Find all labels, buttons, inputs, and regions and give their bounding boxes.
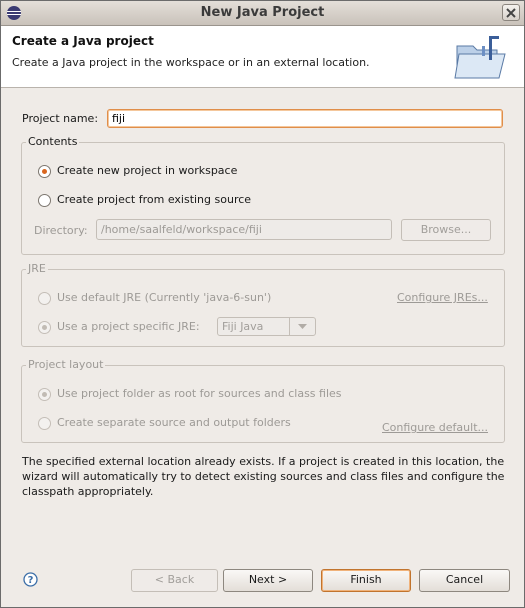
help-icon[interactable]: ? xyxy=(23,572,38,587)
project-layout-group-title: Project layout xyxy=(26,358,106,371)
chevron-down-icon xyxy=(298,324,307,329)
info-message: The specified external location already … xyxy=(22,455,505,498)
directory-input[interactable]: /home/saalfeld/workspace/fiji xyxy=(96,219,392,240)
next-button[interactable]: Next > xyxy=(223,569,313,592)
specific-jre-radio[interactable] xyxy=(38,321,51,334)
configure-default-link[interactable]: Configure default... xyxy=(382,421,488,434)
create-from-existing-radio[interactable] xyxy=(38,194,51,207)
java-project-folder-icon xyxy=(454,36,506,79)
configure-jres-link[interactable]: Configure JREs... xyxy=(397,291,488,304)
default-jre-label[interactable]: Use default JRE (Currently 'java-6-sun') xyxy=(57,291,271,304)
project-name-label: Project name: xyxy=(22,112,99,125)
default-jre-radio[interactable] xyxy=(38,292,51,305)
directory-label: Directory: xyxy=(34,224,88,237)
back-button[interactable]: < Back xyxy=(131,569,218,592)
dialog-window: New Java Project Create a Java project C… xyxy=(0,0,525,608)
separate-folders-label[interactable]: Create separate source and output folder… xyxy=(57,416,291,429)
create-from-existing-label[interactable]: Create project from existing source xyxy=(57,193,251,206)
svg-text:?: ? xyxy=(28,575,34,586)
radio-selected-dot xyxy=(42,169,47,174)
separate-folders-radio[interactable] xyxy=(38,417,51,430)
radio-selected-dot xyxy=(42,392,47,397)
specific-jre-label[interactable]: Use a project specific JRE: xyxy=(57,320,200,333)
finish-button[interactable]: Finish xyxy=(321,569,411,592)
jre-select-value: Fiji Java xyxy=(222,320,264,333)
wizard-header: Create a Java project Create a Java proj… xyxy=(1,26,524,88)
project-root-radio[interactable] xyxy=(38,388,51,401)
project-name-input[interactable] xyxy=(107,109,503,128)
create-new-project-label[interactable]: Create new project in workspace xyxy=(57,164,237,177)
contents-group-title: Contents xyxy=(26,135,80,148)
jre-group-title: JRE xyxy=(26,262,48,275)
title-bar[interactable]: New Java Project xyxy=(1,1,524,26)
jre-select[interactable]: Fiji Java xyxy=(217,317,316,336)
close-icon xyxy=(506,8,516,18)
wizard-description: Create a Java project in the workspace o… xyxy=(12,56,370,69)
project-root-label[interactable]: Use project folder as root for sources a… xyxy=(57,387,342,400)
browse-button[interactable]: Browse... xyxy=(401,219,491,241)
cancel-button[interactable]: Cancel xyxy=(419,569,510,592)
create-new-project-radio[interactable] xyxy=(38,165,51,178)
close-button[interactable] xyxy=(502,4,520,21)
wizard-title: Create a Java project xyxy=(12,34,154,48)
jre-select-arrow[interactable] xyxy=(289,318,315,335)
radio-selected-dot xyxy=(42,325,47,330)
window-title: New Java Project xyxy=(200,5,325,20)
